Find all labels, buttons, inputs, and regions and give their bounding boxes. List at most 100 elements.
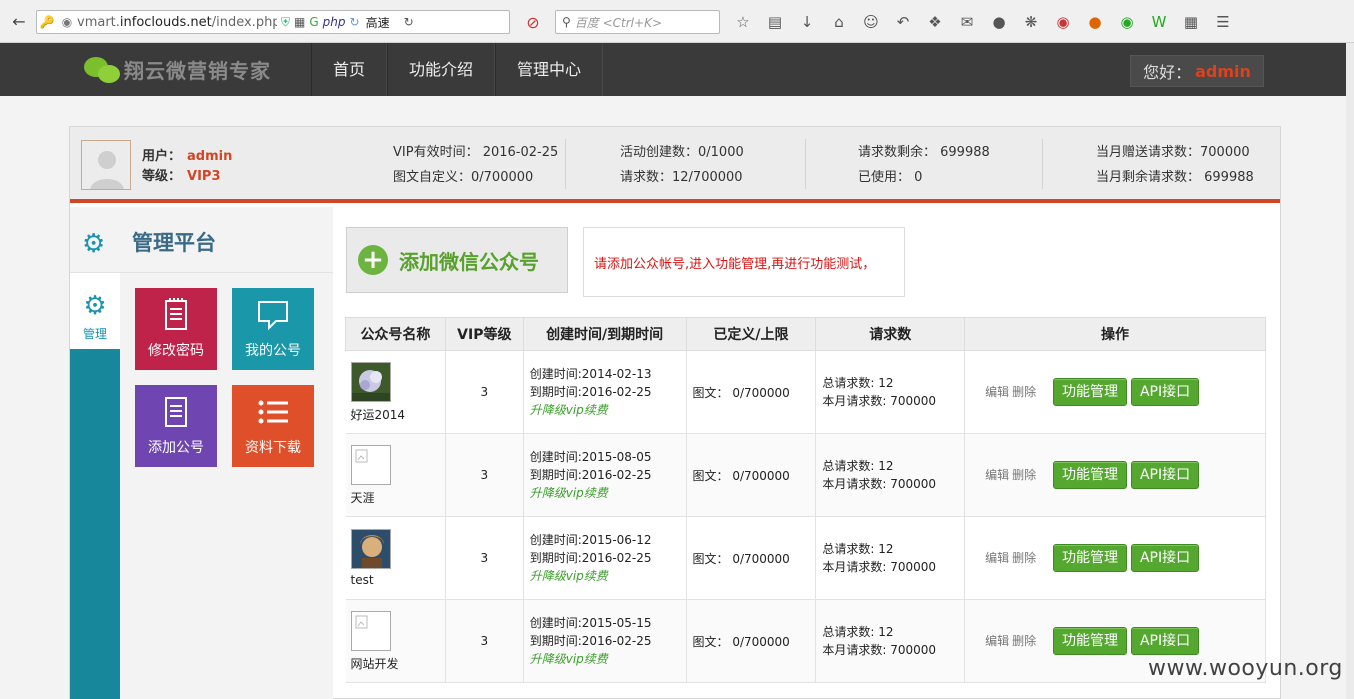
search-input[interactable]: ⚲ 百度 <Ctrl+K> bbox=[555, 10, 720, 34]
api-button[interactable]: API接口 bbox=[1130, 461, 1200, 489]
nav-features[interactable]: 功能介绍 bbox=[387, 43, 496, 96]
logo[interactable]: 翔云微营销专家 bbox=[84, 53, 271, 85]
upgrade-link[interactable]: 升降级vip续费 bbox=[530, 484, 686, 502]
block-icon[interactable]: ⊘ bbox=[520, 9, 546, 35]
edit-link[interactable]: 编辑 bbox=[985, 634, 1009, 648]
stat-text: 当月赠送请求数：700000 bbox=[1096, 145, 1250, 160]
api-button[interactable]: API接口 bbox=[1130, 627, 1200, 655]
delete-link[interactable]: 删除 bbox=[1012, 468, 1036, 482]
reading-list-icon[interactable]: ▤ bbox=[762, 10, 788, 34]
column-header: 公众号名称 bbox=[345, 317, 446, 351]
menu-icon[interactable]: ☰ bbox=[1210, 10, 1236, 34]
table-header-row: 公众号名称 VIP等级 创建时间/到期时间 已定义/上限 请求数 操作 bbox=[345, 317, 1266, 351]
created-time: 创建时间:2015-08-05 bbox=[529, 450, 652, 464]
upgrade-link[interactable]: 升降级vip续费 bbox=[530, 567, 686, 585]
edit-link[interactable]: 编辑 bbox=[985, 468, 1009, 482]
user-menu-icon[interactable]: ● bbox=[986, 10, 1012, 34]
tile-add-account[interactable]: 添加公号 bbox=[135, 385, 217, 467]
broken-image-icon[interactable] bbox=[350, 610, 391, 651]
tile-my-accounts[interactable]: 我的公号 bbox=[232, 288, 314, 370]
created-time: 创建时间:2014-02-13 bbox=[529, 367, 652, 381]
wechat-logo-icon bbox=[84, 53, 122, 85]
account-name-cell: 网站开发 bbox=[345, 599, 446, 683]
shield-icon[interactable]: ⛨ bbox=[281, 15, 290, 30]
qr-icon[interactable]: ▦ bbox=[294, 15, 305, 29]
main-panel: 用户： admin 等级： VIP3 VIP有效时间： 2016-02-25 图文自… bbox=[69, 126, 1281, 699]
search-placeholder: 百度 <Ctrl+K> bbox=[574, 15, 662, 30]
accounts-table: 公众号名称 VIP等级 创建时间/到期时间 已定义/上限 请求数 操作 好运20… bbox=[345, 317, 1266, 683]
account-name-cell: 天涯 bbox=[345, 433, 446, 517]
bookmark-star-icon[interactable]: ☆ bbox=[730, 10, 756, 34]
edit-link[interactable]: 编辑 bbox=[985, 385, 1009, 399]
api-button[interactable]: API接口 bbox=[1130, 544, 1200, 572]
user-greeting[interactable]: 您好： admin bbox=[1130, 55, 1264, 87]
sidebar-title: 管理平台 bbox=[132, 231, 216, 255]
reload-icon[interactable]: ↻ bbox=[404, 15, 414, 29]
column-header: VIP等级 bbox=[444, 317, 524, 351]
crop-icon[interactable]: ❖ bbox=[922, 10, 948, 34]
vip-level: 3 bbox=[445, 516, 524, 600]
comment-icon[interactable]: ✉ bbox=[954, 10, 980, 34]
upgrade-link[interactable]: 升降级vip续费 bbox=[530, 401, 686, 419]
grid-icon[interactable]: ▦ bbox=[1178, 10, 1204, 34]
feature-manage-button[interactable]: 功能管理 bbox=[1052, 378, 1127, 406]
page-scrollbar[interactable] bbox=[1346, 43, 1354, 699]
bug-icon[interactable]: ❋ bbox=[1018, 10, 1044, 34]
notice-message: 请添加公众帐号,进入功能管理,再进行功能测试， bbox=[583, 227, 905, 297]
upgrade-link[interactable]: 升降级vip续费 bbox=[530, 650, 686, 668]
add-button-label: 添加微信公众号 bbox=[399, 249, 539, 274]
home-icon[interactable]: ⌂ bbox=[826, 10, 852, 34]
stat-text: 请求数：12/700000 bbox=[620, 170, 743, 185]
address-bar[interactable]: 🔑 ◉ vmart.infoclouds.net/index.php?& ⛨ ▦… bbox=[36, 10, 510, 34]
account-avatar-portrait[interactable] bbox=[350, 529, 391, 569]
column-header: 操作 bbox=[964, 317, 1266, 351]
vip-level: 3 bbox=[445, 599, 524, 683]
api-button[interactable]: API接口 bbox=[1130, 378, 1200, 406]
delete-link[interactable]: 删除 bbox=[1012, 385, 1036, 399]
g-icon[interactable]: G bbox=[309, 15, 318, 29]
firefox-icon[interactable]: ● bbox=[1082, 10, 1108, 34]
key-icon: 🔑 bbox=[39, 15, 55, 29]
broken-image-icon[interactable] bbox=[350, 444, 391, 485]
feature-manage-button[interactable]: 功能管理 bbox=[1052, 461, 1127, 489]
add-wechat-account-button[interactable]: + 添加微信公众号 bbox=[346, 227, 568, 293]
download-icon[interactable]: ↓ bbox=[794, 10, 820, 34]
account-name: test bbox=[350, 573, 374, 587]
w-addon-icon[interactable]: W bbox=[1146, 10, 1172, 34]
nav-admin-center[interactable]: 管理中心 bbox=[495, 43, 604, 96]
search-icon: ⚲ bbox=[562, 15, 571, 29]
delete-link[interactable]: 删除 bbox=[1012, 634, 1036, 648]
undo-icon[interactable]: ↶ bbox=[890, 10, 916, 34]
monthly-requests: 本月请求数: 700000 bbox=[822, 477, 937, 491]
feature-manage-button[interactable]: 功能管理 bbox=[1052, 627, 1127, 655]
level-label: 等级： bbox=[142, 169, 182, 184]
stat-text: VIP有效时间： 2016-02-25 bbox=[393, 145, 559, 160]
account-name: 好运2014 bbox=[350, 407, 406, 422]
tile-label: 资料下载 bbox=[245, 440, 301, 456]
edit-link[interactable]: 编辑 bbox=[985, 551, 1009, 565]
speech-bubble-icon bbox=[256, 298, 290, 332]
delete-link[interactable]: 删除 bbox=[1012, 551, 1036, 565]
chat-icon[interactable]: ☺ bbox=[858, 10, 884, 34]
expire-time: 到期时间:2016-02-25 bbox=[529, 385, 652, 399]
monthly-requests: 本月请求数: 700000 bbox=[822, 394, 937, 408]
account-avatar-flower[interactable] bbox=[350, 361, 391, 402]
column-header: 请求数 bbox=[815, 317, 966, 351]
tile-change-password[interactable]: 修改密码 bbox=[135, 288, 217, 370]
gear-icon: ⚙ bbox=[83, 291, 107, 321]
tile-downloads[interactable]: 资料下载 bbox=[232, 385, 314, 467]
back-icon[interactable]: ← bbox=[6, 8, 32, 34]
addon-icon[interactable]: ◉ bbox=[1050, 10, 1076, 34]
nav-home[interactable]: 首页 bbox=[311, 43, 388, 96]
logo-text: 翔云微营销专家 bbox=[124, 58, 271, 83]
refresh-icon[interactable]: ↻ bbox=[350, 15, 360, 29]
account-name: 网站开发 bbox=[350, 656, 399, 671]
feature-manage-button[interactable]: 功能管理 bbox=[1052, 544, 1127, 572]
sidebar-tab-manage[interactable]: ⚙ 管理 bbox=[70, 273, 120, 349]
shield-addon-icon[interactable]: ◉ bbox=[1114, 10, 1140, 34]
vip-level: 3 bbox=[445, 433, 524, 517]
php-icon[interactable]: php bbox=[323, 15, 346, 29]
divider bbox=[1042, 139, 1043, 189]
stat-text: 已使用： 0 bbox=[858, 170, 923, 185]
speed-label[interactable]: 高速 bbox=[366, 14, 390, 31]
